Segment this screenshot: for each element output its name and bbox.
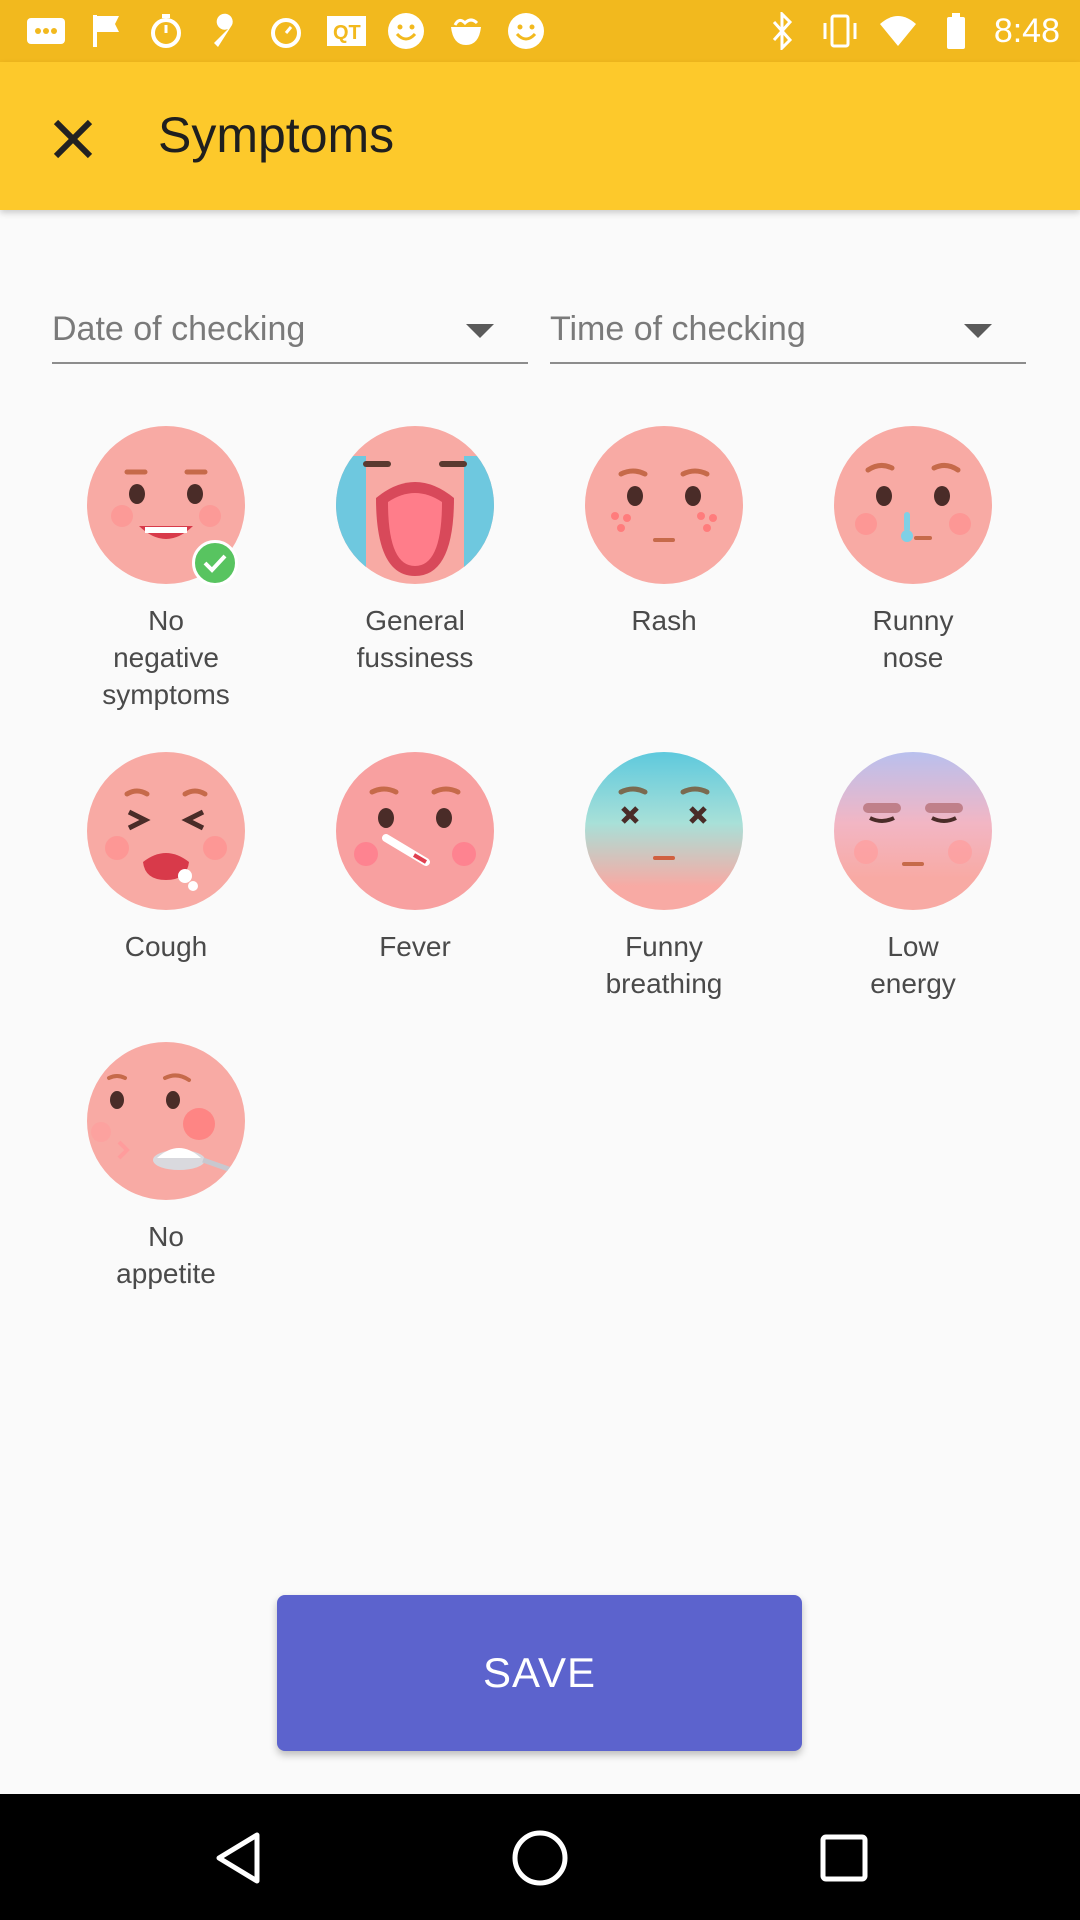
date-placeholder: Date of checking bbox=[52, 310, 306, 348]
symptom-low-energy[interactable]: Low energy bbox=[788, 752, 1038, 1002]
page-title: Symptoms bbox=[158, 107, 395, 163]
back-icon[interactable] bbox=[208, 1828, 268, 1888]
runny-nose-face-icon bbox=[834, 426, 992, 584]
app-bar: Symptoms bbox=[0, 62, 1080, 210]
flag-icon bbox=[86, 11, 126, 51]
vibrate-icon bbox=[820, 11, 860, 51]
symptom-runny-nose[interactable]: Runny nose bbox=[788, 426, 1038, 676]
symptom-label: Funny breathing bbox=[605, 931, 723, 999]
symptom-label: Low energy bbox=[870, 931, 956, 999]
tired-face-icon bbox=[834, 752, 992, 910]
symptom-label: General fussiness bbox=[356, 605, 474, 673]
symptom-cough[interactable]: Cough bbox=[41, 752, 291, 965]
status-bar: QT 8:48 bbox=[0, 0, 1080, 62]
fever-face-icon bbox=[336, 752, 494, 910]
symptom-label: Rash bbox=[631, 605, 697, 636]
time-placeholder: Time of checking bbox=[550, 310, 806, 348]
pasta-icon bbox=[446, 11, 486, 51]
symptom-label: Fever bbox=[379, 931, 451, 962]
wrench-icon bbox=[206, 11, 246, 51]
cough-face-icon bbox=[87, 752, 245, 910]
message-dots-icon bbox=[26, 11, 66, 51]
wifi-icon bbox=[878, 11, 918, 51]
recents-icon[interactable] bbox=[814, 1828, 874, 1888]
symptom-label: Cough bbox=[124, 931, 208, 962]
check-icon bbox=[192, 540, 238, 586]
alarm-icon bbox=[266, 11, 306, 51]
close-icon[interactable] bbox=[38, 104, 108, 174]
timer-icon bbox=[146, 11, 186, 51]
clock: 8:48 bbox=[993, 11, 1060, 50]
date-dropdown[interactable]: Date of checking bbox=[52, 302, 528, 364]
symptom-general-fussiness[interactable]: General fussiness bbox=[290, 426, 540, 676]
symptom-no-appetite[interactable]: No appetite bbox=[41, 1042, 291, 1292]
chevron-down-icon bbox=[964, 324, 992, 338]
smiley-icon bbox=[506, 11, 546, 51]
symptom-fever[interactable]: Fever bbox=[290, 752, 540, 965]
time-dropdown[interactable]: Time of checking bbox=[550, 302, 1026, 364]
bluetooth-icon bbox=[762, 11, 802, 51]
chevron-down-icon bbox=[466, 324, 494, 338]
symptom-rash[interactable]: Rash bbox=[539, 426, 789, 639]
home-icon[interactable] bbox=[510, 1828, 570, 1888]
symptom-funny-breathing[interactable]: Funny breathing bbox=[539, 752, 789, 1002]
qt-icon: QT bbox=[326, 11, 366, 51]
svg-text:QT: QT bbox=[333, 22, 361, 44]
smiley-icon bbox=[386, 11, 426, 51]
symptom-no-negative[interactable]: No negative symptoms bbox=[41, 426, 291, 713]
navigation-bar bbox=[0, 1794, 1080, 1920]
breathing-face-icon bbox=[585, 752, 743, 910]
symptom-label: Runny nose bbox=[872, 605, 954, 673]
save-button[interactable]: SAVE bbox=[277, 1595, 802, 1751]
battery-icon bbox=[936, 11, 976, 51]
symptom-label: No appetite bbox=[116, 1221, 216, 1289]
symptom-label: No negative symptoms bbox=[102, 605, 230, 710]
crying-face-icon bbox=[336, 426, 494, 584]
no-appetite-face-icon bbox=[87, 1042, 245, 1200]
rash-face-icon bbox=[585, 426, 743, 584]
